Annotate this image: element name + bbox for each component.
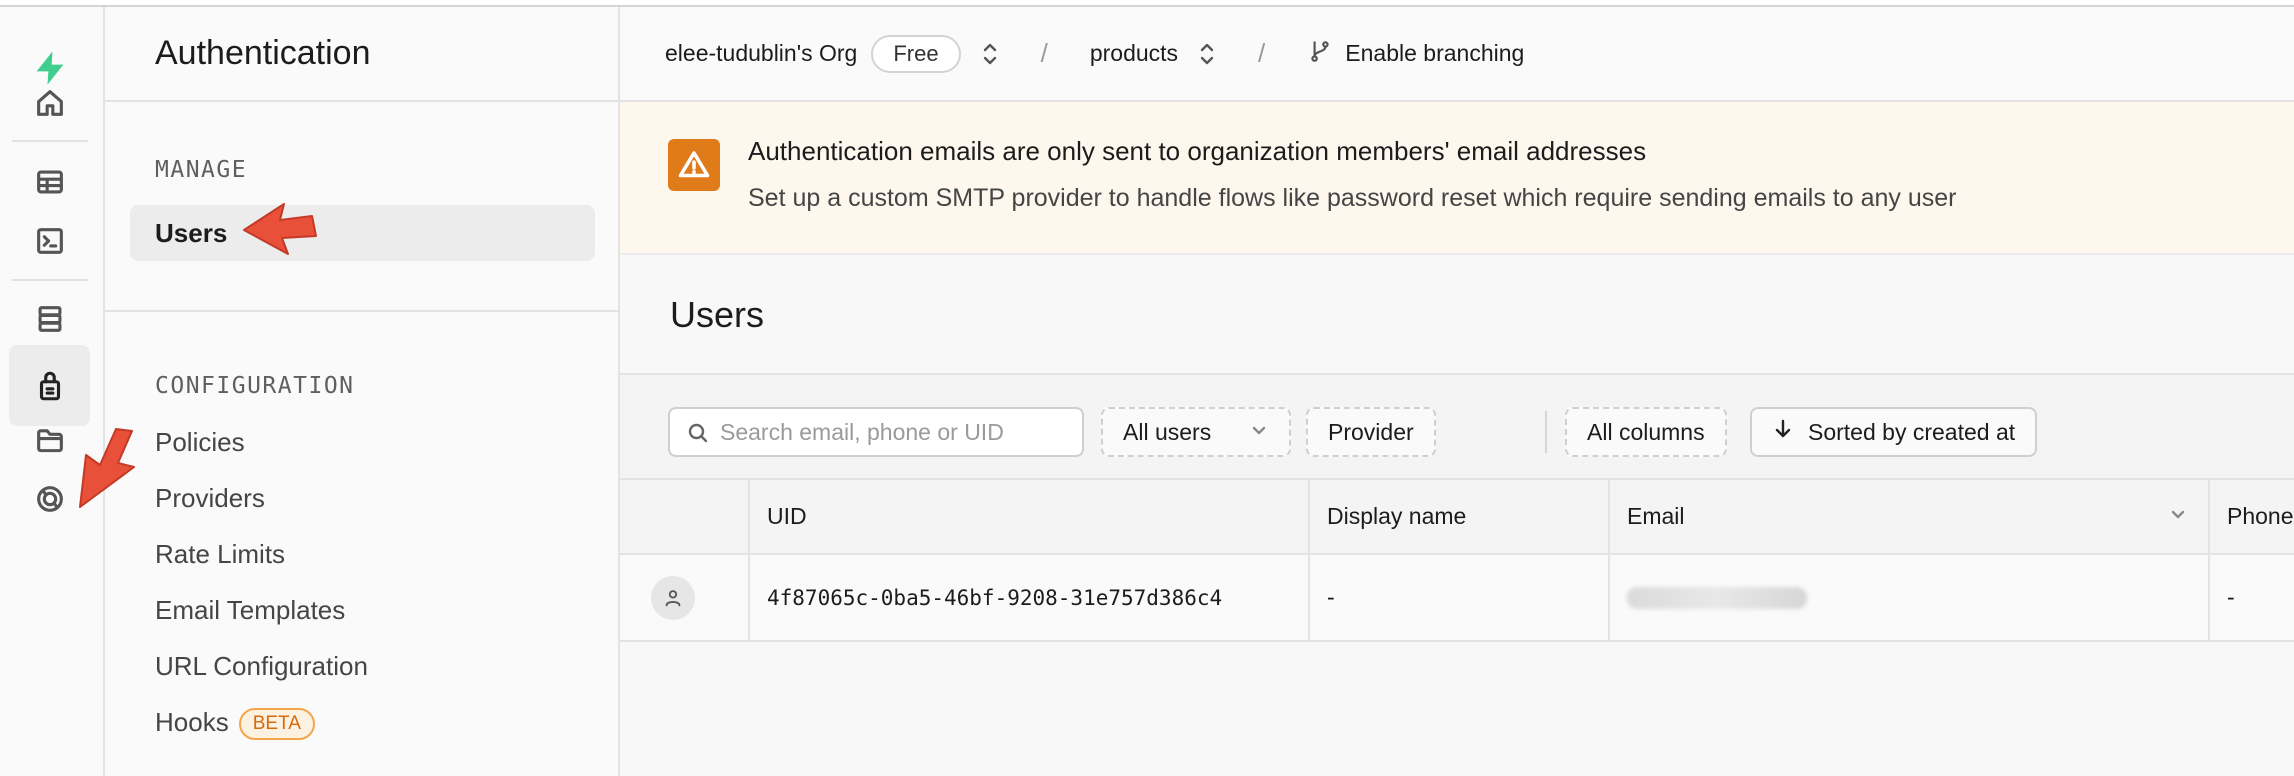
- org-switcher-icon[interactable]: [981, 40, 999, 68]
- provider-filter-button[interactable]: Provider: [1306, 407, 1436, 457]
- main-content: elee-tudublin's Org Free / products / En…: [620, 7, 2294, 776]
- icon-rail: [0, 7, 105, 776]
- section-label-configuration: CONFIGURATION: [155, 373, 355, 399]
- column-header-email-label: Email: [1627, 503, 1685, 529]
- sort-button[interactable]: Sorted by created at: [1750, 407, 2038, 457]
- banner-text: Set up a custom SMTP provider to handle …: [748, 184, 1957, 212]
- chevron-down-icon: [1249, 419, 1269, 446]
- breadcrumb-separator: /: [1040, 38, 1048, 68]
- smtp-warning-banner: Authentication emails are only sent to o…: [620, 102, 2294, 255]
- beta-badge: BETA: [238, 708, 315, 740]
- section-label-manage: MANAGE: [155, 157, 248, 183]
- sort-label: Sorted by created at: [1808, 418, 2016, 445]
- row-avatar-cell: [620, 555, 748, 640]
- search-placeholder: Search email, phone or UID: [720, 418, 1004, 445]
- sidebar-item-label: Users: [155, 217, 228, 248]
- arrow-down-icon: [1772, 418, 1794, 446]
- sidebar-item-hooks[interactable]: Hooks BETA: [155, 707, 315, 740]
- search-input[interactable]: Search email, phone or UID: [668, 407, 1084, 457]
- arrow-annotation-users: [243, 203, 317, 255]
- uid-value: 4f87065c-0ba5-46bf-9208-31e757d386c4: [767, 585, 1223, 610]
- project-switcher-icon[interactable]: [1198, 40, 1216, 68]
- sidebar-item-rate-limits[interactable]: Rate Limits: [155, 539, 285, 570]
- sidebar-item-label: Hooks: [155, 707, 229, 737]
- blurred-email: [1627, 586, 1807, 609]
- column-header-display-name[interactable]: Display name: [1308, 480, 1608, 553]
- breadcrumb: elee-tudublin's Org Free / products / En…: [620, 7, 2294, 102]
- sidebar-item-url-configuration[interactable]: URL Configuration: [155, 651, 368, 682]
- sql-editor-icon[interactable]: [9, 200, 90, 281]
- sidebar-item-providers[interactable]: Providers: [155, 483, 265, 514]
- toolbar-divider: [1545, 411, 1547, 453]
- users-toolbar: Search email, phone or UID All users Pro…: [620, 373, 2294, 480]
- enable-branching-button[interactable]: Enable branching: [1345, 40, 1524, 67]
- page-title: Users: [670, 294, 765, 335]
- sidebar-item-email-templates[interactable]: Email Templates: [155, 595, 345, 626]
- chevron-down-icon[interactable]: [2168, 503, 2188, 530]
- columns-button[interactable]: All columns: [1565, 407, 1727, 457]
- auth-sidebar: Authentication MANAGE Users CONFIGURATIO…: [105, 7, 620, 776]
- user-avatar-icon: [651, 575, 695, 620]
- table-row[interactable]: 4f87065c-0ba5-46bf-9208-31e757d386c4 - -: [620, 555, 2294, 642]
- row-phone: -: [2208, 555, 2294, 640]
- breadcrumb-separator: /: [1258, 38, 1266, 68]
- arrow-annotation-auth: [79, 428, 135, 508]
- breadcrumb-project[interactable]: products: [1090, 40, 1178, 67]
- row-uid: 4f87065c-0ba5-46bf-9208-31e757d386c4: [748, 555, 1308, 640]
- search-icon: [688, 423, 708, 443]
- users-table: UID Display name Email Phone 4f87065c-0b…: [620, 480, 2294, 642]
- breadcrumb-org[interactable]: elee-tudublin's Org: [665, 40, 857, 67]
- row-email: [1608, 555, 2208, 640]
- sidebar-header: Authentication: [105, 7, 618, 102]
- plan-badge: Free: [871, 34, 961, 73]
- user-filter-value: All users: [1123, 418, 1212, 445]
- section-divider: [105, 310, 618, 312]
- git-branch-icon: [1307, 38, 1333, 70]
- sidebar-item-policies[interactable]: Policies: [155, 427, 245, 458]
- user-filter-select[interactable]: All users: [1101, 407, 1291, 457]
- sidebar-item-users[interactable]: Users: [130, 205, 595, 261]
- sidebar-title: Authentication: [155, 34, 371, 72]
- column-header-email[interactable]: Email: [1608, 480, 2208, 553]
- banner-title: Authentication emails are only sent to o…: [748, 136, 1647, 166]
- row-display-name: -: [1308, 555, 1608, 640]
- column-header-uid[interactable]: UID: [748, 480, 1308, 553]
- column-header-phone[interactable]: Phone: [2208, 480, 2294, 553]
- warning-icon: [668, 139, 720, 191]
- window-top-edge: [0, 0, 2294, 7]
- home-icon[interactable]: [9, 62, 90, 143]
- header-select-cell: [620, 480, 748, 553]
- table-header: UID Display name Email Phone: [620, 480, 2294, 555]
